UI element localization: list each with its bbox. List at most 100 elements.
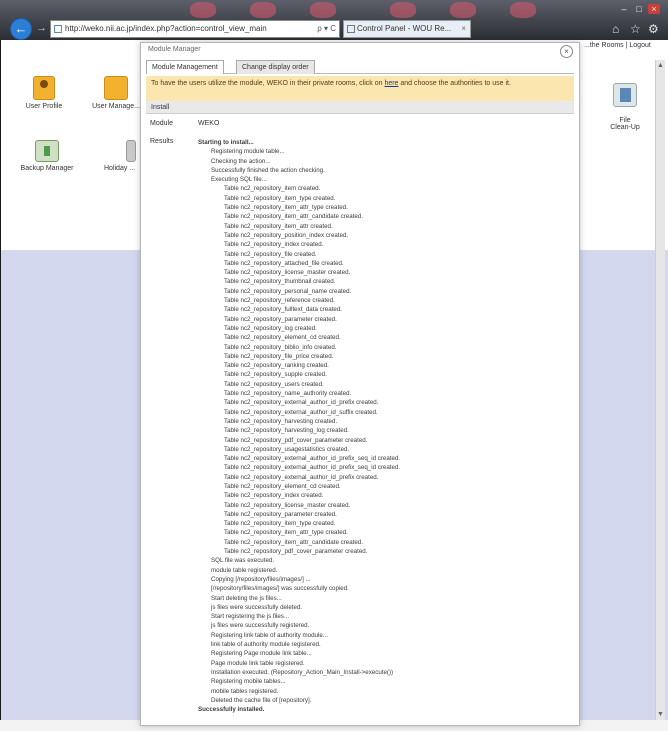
module-value: WEKO <box>198 120 220 127</box>
result-line: Table nc2_repository_item_attr_type crea… <box>224 204 348 212</box>
tab-change-display-order[interactable]: Change display order <box>236 60 315 74</box>
result-line: Table nc2_repository_biblio_info created… <box>224 343 337 351</box>
result-line: Table nc2_repository_file created. <box>224 250 317 258</box>
window-close-button[interactable]: × <box>648 4 660 14</box>
dialog-tabs: Module Management Change display order <box>146 60 574 74</box>
address-text: http://weko.nii.ac.jp/index.php?action=c… <box>65 24 267 33</box>
results-label: Results <box>150 138 174 145</box>
browser-toolbar: ← → http://weko.nii.ac.jp/index.php?acti… <box>0 0 668 40</box>
result-line: Table nc2_repository_harvesting_log crea… <box>224 427 349 435</box>
module-user-profile[interactable]: User Profile <box>18 76 70 110</box>
result-line: Successfully finished the action checkin… <box>211 166 325 174</box>
module-file-clean-up[interactable]: File Clean-Up <box>600 76 650 131</box>
result-line: Starting to install... <box>198 139 254 146</box>
tab-strip-decoration <box>510 2 536 18</box>
tab-strip-decoration <box>390 2 416 18</box>
result-line: SQL file was executed. <box>211 557 275 565</box>
result-line: link table of authority module registere… <box>211 641 321 649</box>
backup-manager-icon <box>35 140 59 162</box>
tab-strip-decoration <box>250 2 276 18</box>
window-minimize-button[interactable]: – <box>618 4 630 14</box>
module-label: Holiday ... <box>104 165 136 172</box>
tab-strip-decoration <box>310 2 336 18</box>
scroll-up-icon[interactable]: ▲ <box>657 62 664 69</box>
result-line: Table nc2_repository_supple created. <box>224 371 327 379</box>
module-backup-manager[interactable]: Backup Manager <box>16 140 78 172</box>
forward-button[interactable]: → <box>36 22 47 34</box>
notice-text-end: and choose the authorities to use it. <box>398 80 511 87</box>
tab-close-icon[interactable]: × <box>461 21 466 37</box>
module-label: User Profile <box>25 103 63 110</box>
result-line: Table nc2_repository_external_author_id_… <box>224 464 401 472</box>
user-manager-icon <box>104 76 128 100</box>
module-label: File Clean-Up <box>610 117 640 131</box>
favorites-star-icon[interactable]: ☆ <box>630 22 641 36</box>
result-line: Installation executed. (Repository_Actio… <box>211 668 394 676</box>
result-line: Start registering the js files... <box>211 613 290 621</box>
result-line: Table nc2_repository_file_price created. <box>224 352 334 360</box>
browser-tab-control-panel[interactable]: Control Panel - WOU Re... × <box>343 20 471 38</box>
result-line: Copying [/repository/files/images/] ... <box>211 575 311 583</box>
result-line: Table nc2_repository_license_master crea… <box>224 269 351 277</box>
page-scrollbar[interactable]: ▲ ▼ <box>655 60 665 720</box>
result-line: Table nc2_repository_item_attr_candidate… <box>224 538 363 546</box>
file-clean-up-icon <box>613 83 637 107</box>
install-results-log: Starting to install... Registering module… <box>198 138 568 714</box>
user-profile-icon <box>33 76 55 100</box>
tab-favicon-icon <box>347 25 355 33</box>
holiday-icon <box>126 140 136 162</box>
module-user-manager[interactable]: User Manage... <box>86 76 146 110</box>
tab-strip-decoration <box>190 2 216 18</box>
module-label: Module <box>150 120 173 127</box>
result-line: Table nc2_repository_item_attr_type crea… <box>224 529 348 537</box>
result-line: Start deleting the js files... <box>211 594 282 602</box>
dialog-title[interactable]: Module Manager <box>141 43 579 57</box>
module-label: Backup Manager <box>20 165 74 172</box>
window-maximize-button[interactable]: □ <box>633 4 645 14</box>
gear-icon[interactable]: ⚙ <box>648 22 659 36</box>
result-line: Table nc2_repository_external_author_id_… <box>224 399 379 407</box>
notice-banner: To have the users utilize the module, WE… <box>146 76 574 101</box>
result-line: Table nc2_repository_external_author_id_… <box>224 455 401 463</box>
result-line: Table nc2_repository_ranking created. <box>224 362 329 370</box>
result-line: [/repository/files/images/] was successf… <box>211 585 349 593</box>
result-line: Table nc2_repository_external_author_id_… <box>224 473 379 481</box>
result-line: Successfully installed. <box>198 706 265 714</box>
result-line: js files were successfully deleted. <box>211 603 303 611</box>
result-line: Table nc2_repository_parameter created. <box>224 510 337 518</box>
result-line: mobile tables registered. <box>211 687 279 695</box>
result-line: Table nc2_repository_harvesting created. <box>224 417 338 425</box>
result-line: Page module link table registered. <box>211 659 305 667</box>
notice-here-link[interactable]: here <box>384 80 398 87</box>
result-line: Table nc2_repository_attached_file creat… <box>224 259 344 267</box>
result-line: js files were successfully registered. <box>211 622 310 630</box>
result-line: Registering module table... <box>211 148 285 156</box>
result-line: Checking the action... <box>211 157 271 165</box>
module-holiday[interactable]: Holiday ... <box>104 140 140 172</box>
tab-module-management[interactable]: Module Management <box>146 60 224 74</box>
result-line: Table nc2_repository_element_cd created. <box>224 482 341 490</box>
close-icon[interactable]: × <box>560 45 573 58</box>
scroll-down-icon[interactable]: ▼ <box>657 711 664 718</box>
back-button[interactable]: ← <box>10 18 32 40</box>
address-search-refresh-icon[interactable]: ρ ▾ C <box>317 21 336 37</box>
result-line: Table nc2_repository_parameter created. <box>224 315 337 323</box>
home-icon[interactable]: ⌂ <box>612 22 619 36</box>
result-line: module table registered. <box>211 566 278 574</box>
tab-title: Control Panel - WOU Re... <box>357 24 452 33</box>
header-links[interactable]: ...the Rooms | Logout <box>584 42 651 49</box>
result-line: Table nc2_repository_usagestatistics cre… <box>224 445 350 453</box>
result-line: Table nc2_repository_item_type created. <box>224 520 336 528</box>
result-line: Table nc2_repository_pdf_cover_parameter… <box>224 436 368 444</box>
result-line: Registering mobile tables... <box>211 678 286 686</box>
result-line: Table nc2_repository_name_authority crea… <box>224 390 352 398</box>
result-line: Table nc2_repository_users created. <box>224 380 324 388</box>
result-line: Table nc2_repository_item_type created. <box>224 194 336 202</box>
result-line: Table nc2_repository_item_attr created. <box>224 222 333 230</box>
result-line: Table nc2_repository_pdf_cover_parameter… <box>224 548 368 556</box>
address-bar[interactable]: http://weko.nii.ac.jp/index.php?action=c… <box>50 20 340 38</box>
result-line: Table nc2_repository_index created. <box>224 241 324 249</box>
result-line: Table nc2_repository_reference created. <box>224 297 335 305</box>
notice-text: To have the users utilize the module, WE… <box>151 80 385 87</box>
result-line: Deleted the cache file of [repository]. <box>211 696 312 704</box>
